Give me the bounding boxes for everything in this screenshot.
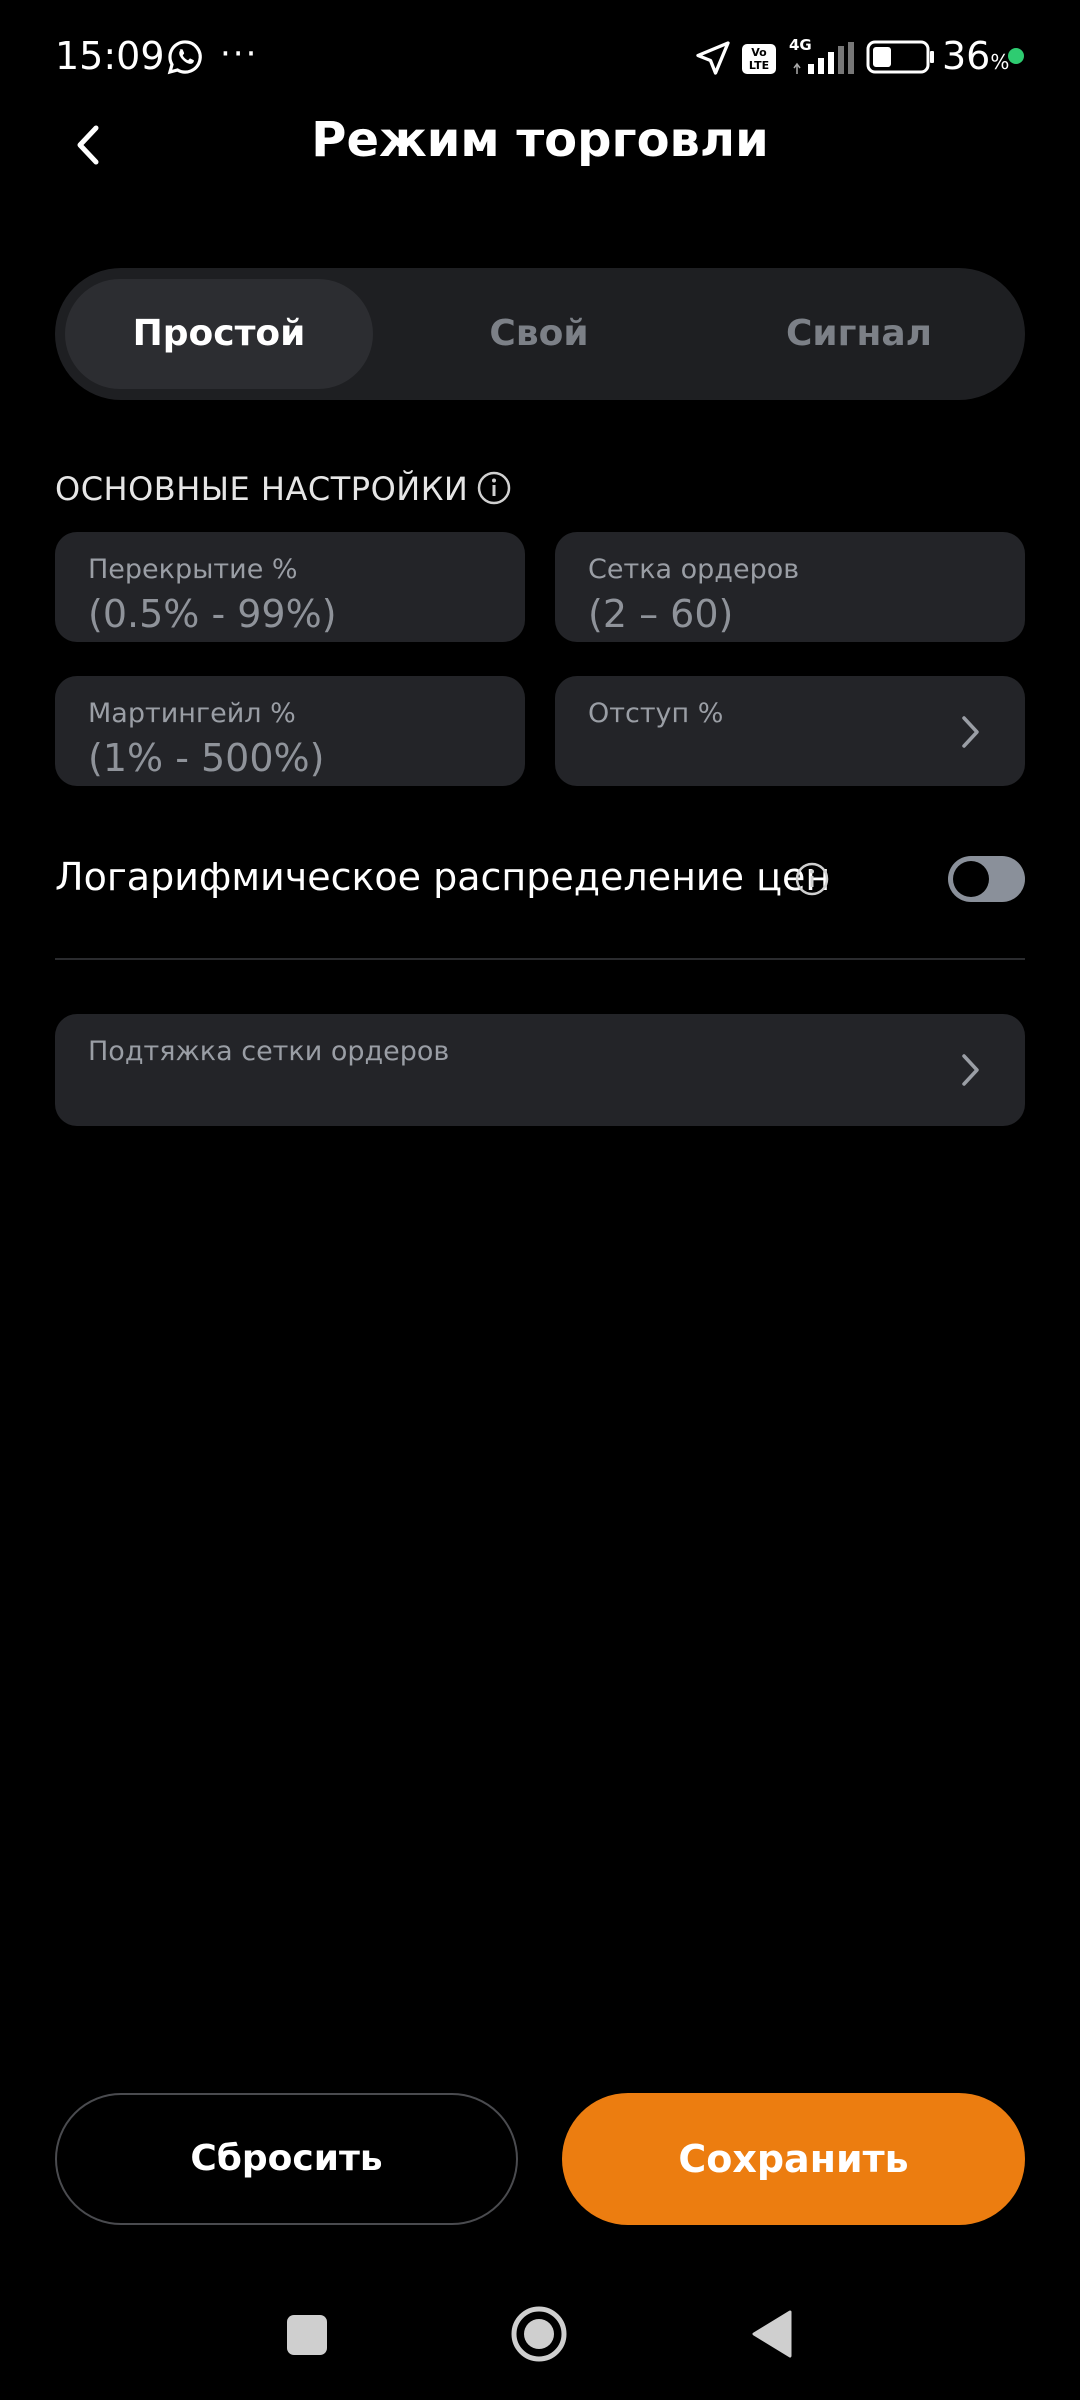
order-grid-field[interactable]: Сетка ордеров (2 – 60) <box>555 532 1025 642</box>
indent-label: Отступ % <box>588 698 724 729</box>
mode-tabs: Простой Свой Сигнал <box>55 268 1025 400</box>
tab-simple[interactable]: Простой <box>65 279 373 389</box>
info-icon[interactable] <box>476 470 512 506</box>
volte-icon: Vo LTE <box>742 44 776 74</box>
chevron-right-icon <box>962 1054 979 1086</box>
section-title: ОСНОВНЫЕ НАСТРОЙКИ <box>55 470 469 508</box>
page-title: Режим торговли <box>311 112 769 168</box>
status-bar: 15:09 ··· Vo LTE 4G 36% <box>0 0 1080 115</box>
info-icon[interactable] <box>794 861 830 897</box>
log-distribution-label: Логарифмическое распределение цен <box>55 855 831 899</box>
battery-icon <box>866 40 934 74</box>
martingale-label: Мартингейл % <box>88 698 296 729</box>
martingale-field[interactable]: Мартингейл % (1% - 500%) <box>55 676 525 786</box>
grid-pullup-label: Подтяжка сетки ордеров <box>88 1036 450 1067</box>
whatsapp-icon <box>167 40 202 75</box>
system-back-button[interactable] <box>750 2308 794 2360</box>
log-distribution-toggle[interactable] <box>948 856 1025 902</box>
order-grid-label: Сетка ордеров <box>588 554 800 585</box>
overlap-input[interactable]: (0.5% - 99%) <box>88 592 337 636</box>
save-button[interactable]: Сохранить <box>562 2093 1025 2225</box>
tab-custom[interactable]: Свой <box>385 279 693 389</box>
tab-signal[interactable]: Сигнал <box>705 279 1013 389</box>
divider <box>55 958 1025 960</box>
overlap-label: Перекрытие % <box>88 554 298 585</box>
martingale-input[interactable]: (1% - 500%) <box>88 736 324 780</box>
indent-field[interactable]: Отступ % <box>555 676 1025 786</box>
recent-apps-button[interactable] <box>287 2315 327 2355</box>
chevron-right-icon <box>962 716 979 748</box>
privacy-indicator-dot <box>1008 48 1024 64</box>
more-dots-icon: ··· <box>220 34 259 74</box>
navigation-icon <box>696 41 730 75</box>
grid-pullup-field[interactable]: Подтяжка сетки ордеров <box>55 1014 1025 1126</box>
order-grid-input[interactable]: (2 – 60) <box>588 592 733 636</box>
battery-percent: 36% <box>942 34 1010 78</box>
reset-button[interactable]: Сбросить <box>55 2093 518 2225</box>
signal-icon <box>793 42 854 74</box>
home-button[interactable] <box>510 2305 568 2363</box>
toggle-knob <box>953 861 989 897</box>
overlap-field[interactable]: Перекрытие % (0.5% - 99%) <box>55 532 525 642</box>
status-time: 15:09 <box>55 34 165 78</box>
